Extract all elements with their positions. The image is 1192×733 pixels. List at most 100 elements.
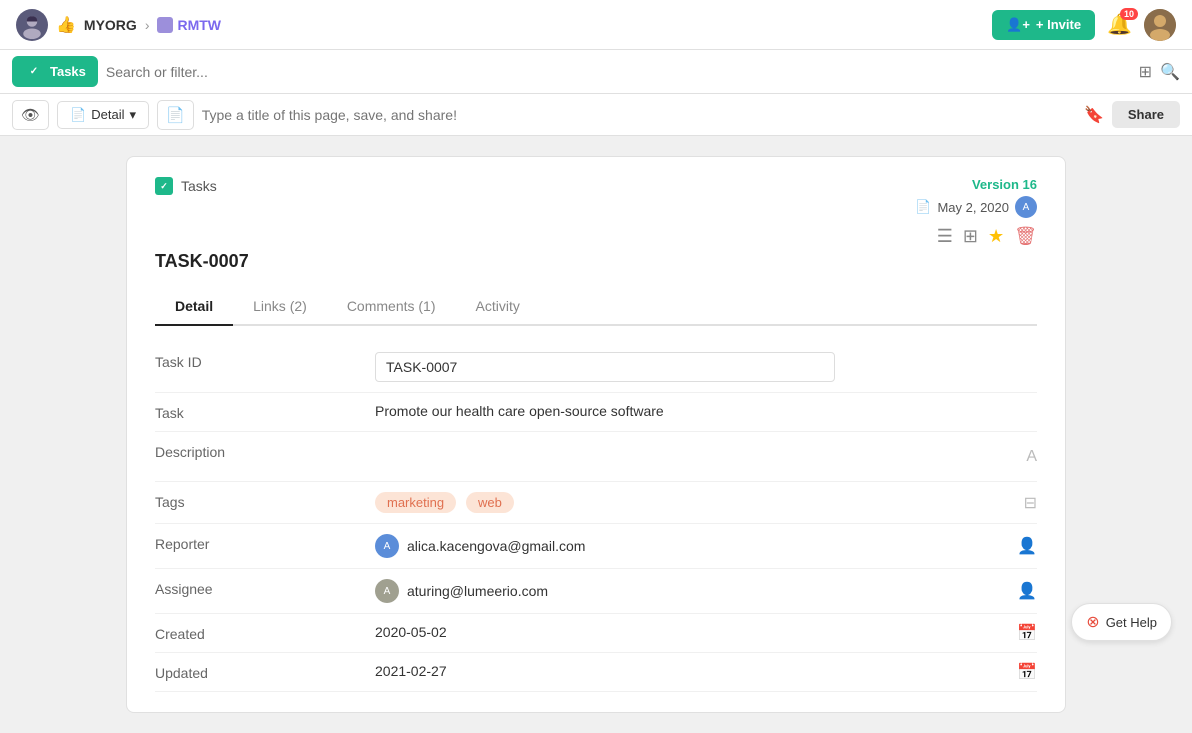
grid-view-button[interactable]: ⊞ xyxy=(1139,62,1152,82)
breadcrumb-tasks: Tasks xyxy=(181,178,217,194)
search-button[interactable]: 🔍 xyxy=(1160,62,1180,82)
preview-button[interactable]: 👁 xyxy=(12,100,49,130)
person-icon-assignee: 👤 xyxy=(1017,581,1037,601)
task-date: May 2, 2020 xyxy=(937,200,1009,215)
org-name: MYORG xyxy=(84,17,137,33)
card-header-right: Version 16 📄 May 2, 2020 A ☰ ⊞ ★ xyxy=(915,177,1037,247)
field-value-task: Promote our health care open-source soft… xyxy=(375,403,1037,419)
field-label-description: Description xyxy=(155,442,375,460)
tasks-icon: ✓ xyxy=(24,61,44,82)
field-label-reporter: Reporter xyxy=(155,534,375,552)
field-row-updated: Updated 2021-02-27 📅 xyxy=(155,653,1037,692)
field-row-reporter: Reporter A alica.kacengova@gmail.com 👤 xyxy=(155,524,1037,569)
field-row-tags: Tags marketing web ⊟ xyxy=(155,482,1037,524)
grid-icon: ⊞ xyxy=(1139,64,1152,81)
trash-icon: 🗑 xyxy=(1014,226,1037,246)
help-icon: ⊗ xyxy=(1086,612,1099,632)
nav-left: 👍 MYORG › RMTW xyxy=(16,9,221,41)
field-value-updated: 2021-02-27 xyxy=(375,663,1037,679)
user-avatar-nav[interactable] xyxy=(16,9,48,41)
tab-detail[interactable]: Detail xyxy=(155,288,233,326)
assignee-avatar: A xyxy=(375,579,399,603)
invite-button[interactable]: 👤+ + Invite xyxy=(992,10,1095,40)
table-view-button[interactable]: ⊞ xyxy=(963,226,978,247)
field-label-created: Created xyxy=(155,624,375,642)
file-icon: 📄 xyxy=(915,199,931,215)
tag-marketing[interactable]: marketing xyxy=(375,492,456,513)
field-row-description: Description A xyxy=(155,432,1037,482)
calendar-icon-created: 📅 xyxy=(1017,623,1037,643)
field-label-updated: Updated xyxy=(155,663,375,681)
tab-comments[interactable]: Comments (1) xyxy=(327,288,456,326)
tab-activity[interactable]: Activity xyxy=(456,288,540,326)
top-nav: 👍 MYORG › RMTW 👤+ + Invite 🔔 10 xyxy=(0,0,1192,50)
version-label: Version 16 xyxy=(915,177,1037,192)
bookmark-button[interactable]: 🔖 xyxy=(1084,105,1104,125)
reporter-avatar: A xyxy=(375,534,399,558)
task-id-heading: TASK-0007 xyxy=(155,251,1037,272)
field-row-assignee: Assignee A aturing@lumeerio.com 👤 xyxy=(155,569,1037,614)
field-value-reporter: A alica.kacengova@gmail.com xyxy=(375,534,1037,558)
card-header: ✓ Tasks Version 16 📄 May 2, 2020 A ☰ ⊞ xyxy=(155,177,1037,247)
tasks-button[interactable]: ✓ Tasks xyxy=(12,56,98,87)
search-input[interactable] xyxy=(106,64,1131,80)
user-menu-avatar[interactable] xyxy=(1144,9,1176,41)
card-actions: ☰ ⊞ ★ 🗑 xyxy=(915,226,1037,247)
tags-icon: ⊟ xyxy=(1024,493,1037,513)
chevron-down-icon: ▾ xyxy=(129,107,136,123)
card-header-left: ✓ Tasks xyxy=(155,177,217,195)
delete-button[interactable]: 🗑 xyxy=(1014,226,1037,247)
task-fields: Task ID Task Promote our health care ope… xyxy=(155,342,1037,692)
assignee-email: aturing@lumeerio.com xyxy=(407,583,548,599)
project-icon xyxy=(157,17,173,33)
field-label-task: Task xyxy=(155,403,375,421)
field-row-task: Task Promote our health care open-source… xyxy=(155,393,1037,432)
eye-icon: 👁 xyxy=(21,107,40,124)
calendar-icon-updated: 📅 xyxy=(1017,662,1037,682)
sub-toolbar: 👁 📄 Detail ▾ 📄 🔖 Share xyxy=(0,94,1192,136)
reporter-email: alica.kacengova@gmail.com xyxy=(407,538,585,554)
share-button[interactable]: Share xyxy=(1112,101,1180,128)
assignee-info: A aturing@lumeerio.com xyxy=(375,579,1037,603)
bookmark-icon: 🔖 xyxy=(1084,107,1104,124)
search-icon: 🔍 xyxy=(1160,64,1180,81)
list-view-button[interactable]: ☰ xyxy=(937,226,953,247)
field-label-task-id: Task ID xyxy=(155,352,375,370)
table-icon: ⊞ xyxy=(963,226,978,246)
reporter-info: A alica.kacengova@gmail.com xyxy=(375,534,1037,558)
toolbar-actions: ⊞ 🔍 xyxy=(1139,62,1180,82)
task-id-input[interactable] xyxy=(375,352,835,382)
person-icon-reporter: 👤 xyxy=(1017,536,1037,556)
field-value-tags: marketing web xyxy=(375,492,1037,513)
save-document-button[interactable]: 📄 xyxy=(157,100,194,130)
notifications-button[interactable]: 🔔 10 xyxy=(1107,12,1132,37)
field-value-created: 2020-05-02 xyxy=(375,624,1037,640)
date-avatar: A xyxy=(1015,196,1037,218)
get-help-label: Get Help xyxy=(1106,615,1157,630)
save-icon: 📄 xyxy=(166,107,185,124)
field-value-assignee: A aturing@lumeerio.com xyxy=(375,579,1037,603)
tab-links[interactable]: Links (2) xyxy=(233,288,327,326)
like-icon: 👍 xyxy=(56,15,76,35)
page-title-input[interactable] xyxy=(202,107,1076,123)
detail-button[interactable]: 📄 Detail ▾ xyxy=(57,101,149,129)
date-row: 📄 May 2, 2020 A xyxy=(915,196,1037,218)
tabs-bar: Detail Links (2) Comments (1) Activity xyxy=(155,288,1037,326)
field-value-task-id xyxy=(375,352,1037,382)
get-help-button[interactable]: ⊗ Get Help xyxy=(1071,603,1172,641)
field-label-tags: Tags xyxy=(155,492,375,510)
invite-icon: 👤+ xyxy=(1006,17,1030,33)
list-icon: ☰ xyxy=(937,226,953,246)
tag-web[interactable]: web xyxy=(466,492,514,513)
text-format-icon: A xyxy=(1026,448,1037,466)
nav-right: 👤+ + Invite 🔔 10 xyxy=(992,9,1176,41)
breadcrumb-separator: › xyxy=(145,17,150,33)
star-button[interactable]: ★ xyxy=(988,226,1004,247)
project-name: RMTW xyxy=(157,17,221,33)
field-label-assignee: Assignee xyxy=(155,579,375,597)
main-toolbar: ✓ Tasks ⊞ 🔍 xyxy=(0,50,1192,94)
search-wrap xyxy=(106,64,1131,80)
main-content: ✓ Tasks Version 16 📄 May 2, 2020 A ☰ ⊞ xyxy=(0,136,1192,733)
tasks-sm-icon: ✓ xyxy=(155,177,173,195)
star-icon: ★ xyxy=(988,226,1004,246)
